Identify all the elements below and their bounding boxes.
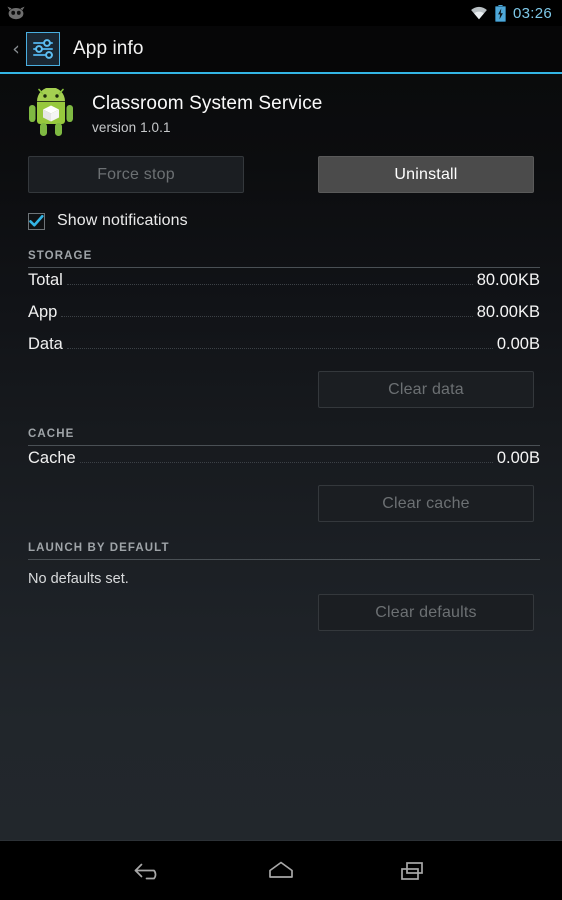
force-stop-button[interactable]: Force stop [28, 156, 244, 193]
app-version: version 1.0.1 [92, 119, 171, 135]
leader-dots [66, 284, 473, 285]
home-icon[interactable] [257, 849, 305, 893]
cache-value: 0.00B [496, 449, 540, 467]
leader-dots [61, 316, 473, 317]
page-title: App info [73, 38, 144, 59]
status-bar: 03:26 [0, 0, 562, 26]
storage-total-label: Total [28, 271, 63, 289]
action-bar[interactable]: ‹ App info [0, 26, 562, 72]
app-info-screen: 03:26 ‹ App info Classroom System Servic… [0, 0, 562, 900]
show-notifications-checkbox[interactable] [28, 212, 45, 230]
clear-defaults-row: Clear defaults [22, 594, 540, 631]
clear-data-row: Clear data [22, 371, 540, 408]
show-notifications-label: Show notifications [57, 212, 188, 229]
app-meta: Classroom System Service version 1.0.1 [92, 88, 322, 135]
storage-app-value: 80.00KB [476, 303, 540, 321]
leader-dots [79, 462, 493, 463]
cyanogenmod-head-icon [6, 6, 26, 20]
cache-row: Cache 0.00B [22, 449, 540, 478]
battery-charging-icon [494, 4, 506, 22]
wifi-icon [470, 6, 488, 20]
cache-section-divider [28, 445, 540, 446]
status-bar-system-icons: 03:26 [470, 4, 552, 22]
leader-dots [66, 348, 493, 349]
navigation-bar [0, 840, 562, 900]
clear-cache-button[interactable]: Clear cache [318, 485, 534, 522]
cache-section-title: CACHE [28, 428, 75, 440]
storage-row-total: Total 80.00KB [22, 271, 540, 300]
settings-sliders-icon[interactable] [26, 32, 60, 66]
storage-data-value: 0.00B [496, 335, 540, 353]
launch-by-default-section-divider [28, 559, 540, 560]
clear-data-button[interactable]: Clear data [318, 371, 534, 408]
launch-by-default-section-header: LAUNCH BY DEFAULT [22, 542, 540, 560]
storage-row-app: App 80.00KB [22, 303, 540, 332]
back-chevron-icon[interactable]: ‹ [8, 39, 24, 59]
storage-total-value: 80.00KB [476, 271, 540, 289]
storage-section-divider [28, 267, 540, 268]
storage-app-label: App [28, 303, 58, 321]
storage-section-title: STORAGE [28, 250, 93, 262]
clear-cache-row: Clear cache [22, 485, 540, 522]
clear-defaults-button[interactable]: Clear defaults [318, 594, 534, 631]
android-robot-icon [28, 87, 74, 138]
uninstall-button[interactable]: Uninstall [318, 156, 534, 193]
app-header: Classroom System Service version 1.0.1 [22, 74, 540, 138]
recent-apps-icon[interactable] [389, 849, 437, 893]
status-bar-clock: 03:26 [512, 4, 552, 22]
app-name: Classroom System Service [92, 93, 323, 114]
cache-label: Cache [28, 449, 76, 467]
launch-by-default-note: No defaults set. [28, 571, 129, 587]
storage-section-header: STORAGE [22, 250, 540, 268]
status-bar-notifications [6, 6, 26, 20]
launch-by-default-section-title: LAUNCH BY DEFAULT [28, 542, 170, 554]
storage-row-data: Data 0.00B [22, 335, 540, 364]
back-icon[interactable] [125, 849, 173, 893]
app-action-buttons: Force stop Uninstall [22, 156, 540, 193]
cache-section-header: CACHE [22, 428, 540, 446]
show-notifications-row[interactable]: Show notifications [22, 212, 540, 230]
app-info-content: Classroom System Service version 1.0.1 F… [0, 74, 562, 840]
storage-data-label: Data [28, 335, 63, 353]
